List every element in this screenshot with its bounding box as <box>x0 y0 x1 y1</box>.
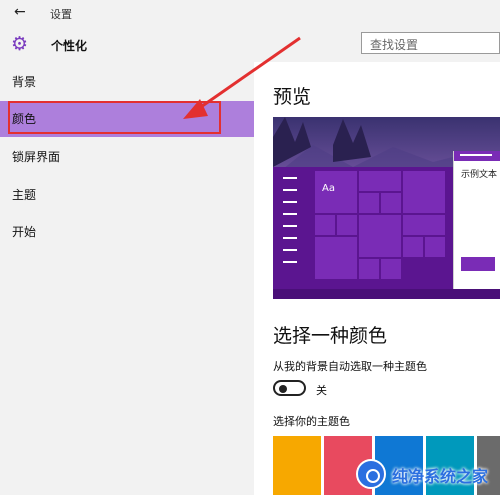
start-tiles: Aa <box>313 167 453 289</box>
toggle-state-label: 关 <box>316 384 327 397</box>
annotation-highlight-box <box>8 101 221 134</box>
title-bar: ← 设置 <box>0 0 500 28</box>
sample-button <box>461 257 495 271</box>
search-input[interactable]: 查找设置 <box>361 32 500 54</box>
sidebar-item-lock-screen[interactable]: 锁屏界面 <box>0 139 254 175</box>
sample-text: 示例文本 <box>461 170 498 180</box>
sample-window: 示例文本 <box>453 151 500 289</box>
theme-preview: Aa 示例文本 <box>273 117 500 299</box>
color-swatch[interactable] <box>273 436 321 495</box>
start-menu-list <box>273 167 313 289</box>
sidebar-item-themes[interactable]: 主题 <box>0 177 254 213</box>
pick-color-label: 选择你的主题色 <box>273 415 350 428</box>
taskbar <box>273 289 500 299</box>
watermark-text: 纯净系统之家 <box>392 467 489 486</box>
watermark-logo: 纯净系统之家 <box>352 455 500 495</box>
auto-pick-label: 从我的背景自动选取一种主题色 <box>273 360 427 373</box>
back-arrow-icon[interactable]: ← <box>14 4 26 20</box>
auto-pick-toggle[interactable] <box>273 380 306 396</box>
sidebar-item-start[interactable]: 开始 <box>0 214 254 250</box>
tile-label: Aa <box>322 183 335 194</box>
preview-heading: 预览 <box>273 86 312 108</box>
gear-icon: ⚙ <box>11 33 29 55</box>
watermark-icon <box>356 459 386 489</box>
page-header: ⚙ 个性化 查找设置 <box>0 28 500 62</box>
sidebar-item-background[interactable]: 背景 <box>0 64 254 100</box>
window-title: 设置 <box>50 8 72 21</box>
color-heading: 选择一种颜色 <box>273 325 388 347</box>
page-title: 个性化 <box>51 39 88 53</box>
main-content: 预览 Aa 示例文本 选择一种颜色 从我的背景自动选取一种主题色 关 选择你的主… <box>254 62 500 495</box>
